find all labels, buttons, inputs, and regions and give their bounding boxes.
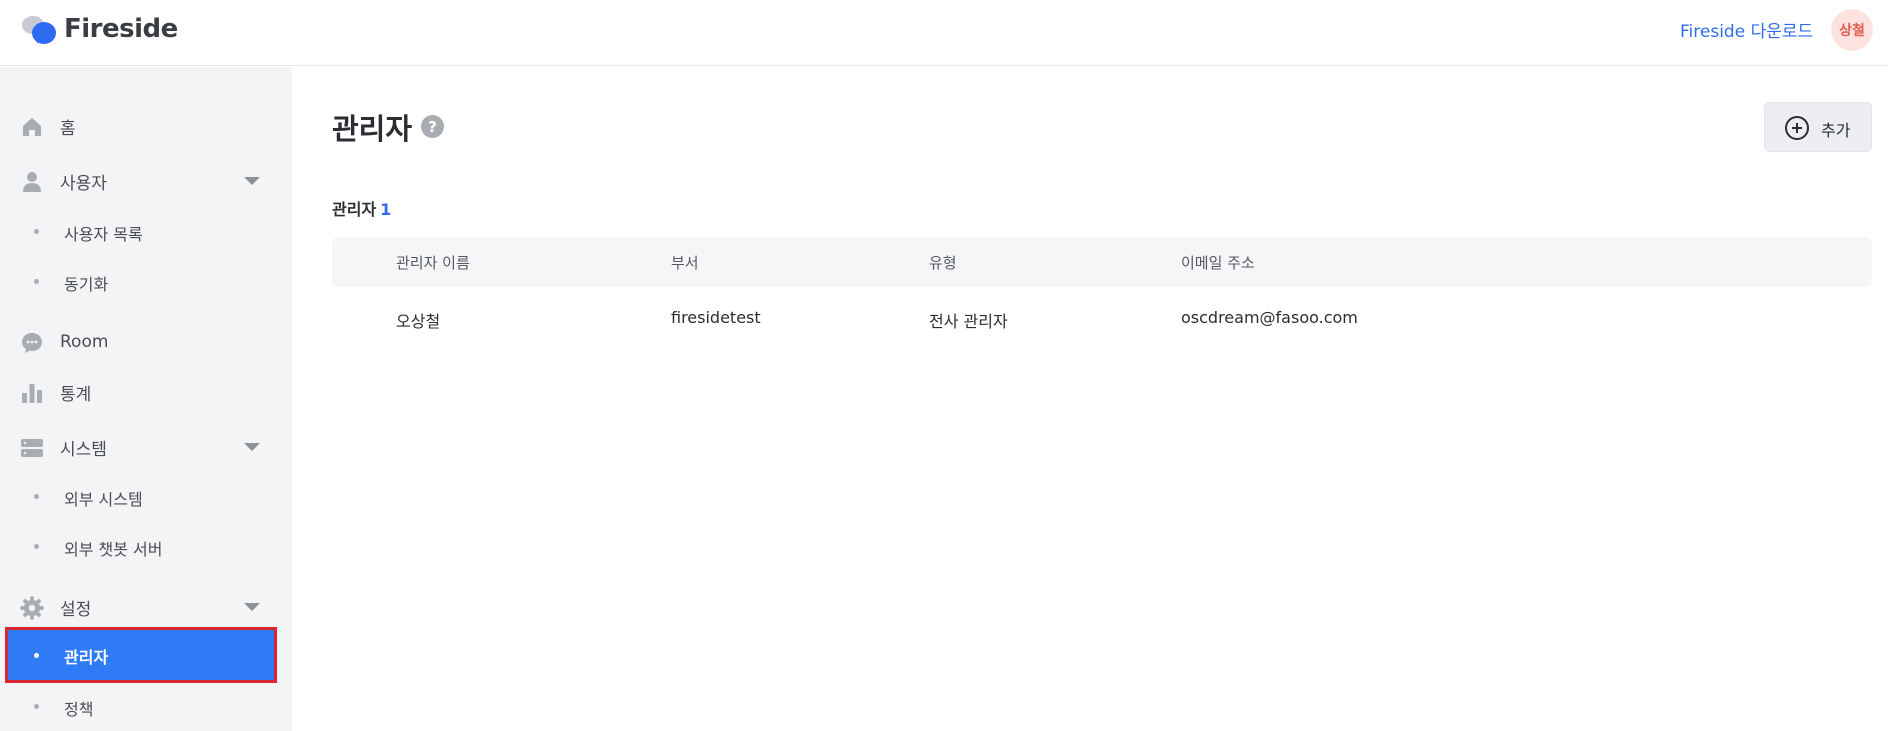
- chat-bubbles-logo-icon: [20, 13, 58, 45]
- column-header-admin-name[interactable]: 관리자 이름: [396, 252, 470, 273]
- bullet-icon: [34, 544, 39, 549]
- sidebar-subitem-label: 외부 시스템: [64, 490, 143, 509]
- sidebar-subitem-user-list[interactable]: 사용자 목록: [0, 211, 292, 251]
- cell-type: 전사 관리자: [929, 312, 1008, 331]
- sidebar-subitem-sync[interactable]: 동기화: [0, 261, 292, 301]
- cell-email: oscdream@fasoo.com: [1181, 308, 1358, 327]
- help-icon[interactable]: ?: [421, 115, 444, 138]
- bullet-icon: [34, 653, 39, 658]
- chevron-down-icon[interactable]: [244, 177, 260, 185]
- sidebar-item-label: 설정: [60, 599, 92, 620]
- chevron-down-icon[interactable]: [244, 443, 260, 451]
- sidebar-item-users[interactable]: 사용자: [0, 161, 292, 201]
- gear-icon: [20, 596, 44, 620]
- chevron-down-icon[interactable]: [244, 603, 260, 611]
- sidebar-item-label: Room: [60, 332, 109, 352]
- bullet-icon: [34, 279, 39, 284]
- chat-bubble-icon: [22, 333, 42, 353]
- sidebar-item-home[interactable]: 홈: [0, 106, 292, 146]
- admin-count: 1: [380, 200, 392, 219]
- sidebar-subitem-external-chatbot[interactable]: 외부 챗봇 서버: [0, 526, 292, 566]
- sidebar-item-label: 시스템: [60, 439, 107, 460]
- bullet-icon: [34, 704, 39, 709]
- download-link[interactable]: Fireside 다운로드: [1680, 17, 1813, 42]
- sidebar-item-room[interactable]: Room: [0, 322, 292, 362]
- column-header-email[interactable]: 이메일 주소: [1181, 252, 1255, 273]
- sidebar-subitem-external-system[interactable]: 외부 시스템: [0, 476, 292, 516]
- admin-count-label: 관리자 1: [332, 196, 391, 220]
- sidebar-item-stats[interactable]: 통계: [0, 372, 292, 412]
- user-icon: [23, 172, 41, 192]
- page-title: 관리자: [332, 112, 413, 146]
- sidebar-subitem-label: 관리자: [64, 648, 109, 667]
- sidebar-subitem-label: 정책: [64, 700, 94, 719]
- sidebar-item-label: 사용자: [60, 173, 107, 194]
- column-header-type[interactable]: 유형: [929, 252, 957, 273]
- table-row[interactable]: 오상철 firesidetest 전사 관리자 oscdream@fasoo.c…: [332, 297, 1872, 341]
- top-header: Fireside Fireside 다운로드 상철: [0, 0, 1888, 66]
- sidebar-subitem-policy[interactable]: 정책: [0, 686, 292, 726]
- sidebar-item-label: 통계: [60, 384, 92, 405]
- sidebar-subitem-admin[interactable]: 관리자: [5, 627, 277, 683]
- home-icon: [23, 118, 41, 136]
- logo-text: Fireside: [64, 14, 178, 44]
- bullet-icon: [34, 494, 39, 499]
- bullet-icon: [34, 229, 39, 234]
- sidebar-item-system[interactable]: 시스템: [0, 427, 292, 467]
- sidebar-subitem-label: 외부 챗봇 서버: [64, 540, 163, 559]
- section-label-text: 관리자: [332, 200, 377, 219]
- cell-department: firesidetest: [671, 308, 761, 327]
- add-admin-button[interactable]: 추가: [1764, 102, 1872, 152]
- sidebar: 홈 사용자 사용자 목록 동기화 Room 통계 시스템 외부 시스템 외부 챗…: [0, 67, 292, 731]
- server-icon: [21, 439, 43, 457]
- sidebar-subitem-label: 동기화: [64, 275, 109, 294]
- add-button-label: 추가: [1821, 121, 1851, 140]
- plus-circle-icon: [1785, 116, 1809, 140]
- sidebar-subitem-label: 사용자 목록: [64, 225, 143, 244]
- sidebar-item-settings[interactable]: 설정: [0, 587, 292, 627]
- sidebar-item-label: 홈: [60, 118, 76, 139]
- table-header: 관리자 이름 부서 유형 이메일 주소: [332, 237, 1872, 287]
- fireside-logo[interactable]: Fireside: [20, 12, 178, 46]
- user-avatar[interactable]: 상철: [1831, 9, 1873, 51]
- bar-chart-icon: [22, 384, 42, 403]
- column-header-department[interactable]: 부서: [671, 252, 699, 273]
- cell-admin-name: 오상철: [396, 312, 441, 331]
